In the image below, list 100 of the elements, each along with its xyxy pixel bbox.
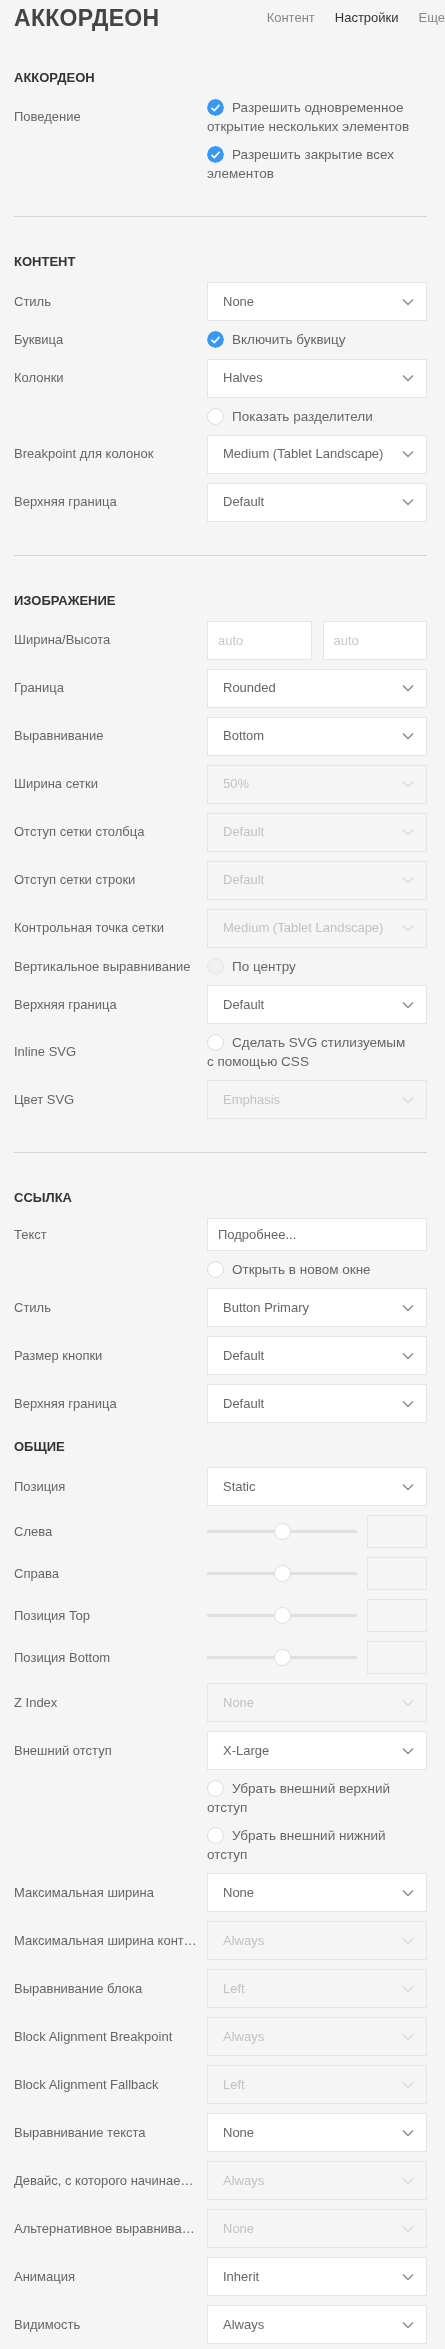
select-dropdown[interactable]: Default bbox=[207, 1336, 427, 1375]
chevron-down-icon bbox=[402, 2128, 414, 2137]
checkbox-checked-icon[interactable] bbox=[207, 331, 224, 348]
field-label: Максимальная ширина bbox=[14, 1883, 155, 1902]
chevron-down-icon bbox=[402, 1698, 414, 1707]
select-dropdown[interactable]: Halves bbox=[207, 358, 427, 398]
checkbox-checked-icon[interactable] bbox=[207, 146, 224, 163]
field-label: Block Alignment Breakpoint bbox=[14, 2027, 174, 2046]
field-label: Буквица bbox=[14, 331, 65, 349]
select-dropdown[interactable]: Button Primary bbox=[207, 1288, 427, 1327]
checkbox-icon[interactable] bbox=[207, 1261, 224, 1278]
select-dropdown[interactable]: Inherit bbox=[207, 2257, 427, 2296]
select-dropdown[interactable]: Static bbox=[207, 1467, 427, 1506]
field-label: Девайс, с которого начинае… bbox=[14, 2171, 195, 2190]
slider-thumb[interactable] bbox=[274, 1565, 291, 1582]
chevron-down-icon bbox=[402, 732, 414, 740]
select-dropdown[interactable]: None bbox=[207, 282, 427, 321]
chevron-down-icon bbox=[402, 1351, 414, 1360]
slider-thumb[interactable] bbox=[274, 1523, 291, 1540]
field-label: Текст bbox=[14, 1225, 48, 1244]
field-label: Выравнивание текста bbox=[14, 2123, 147, 2142]
field-label: Позиция Top bbox=[14, 1606, 91, 1625]
chevron-down-icon bbox=[402, 828, 414, 836]
field-label: Верхняя граница bbox=[14, 1394, 118, 1413]
tab[interactable]: Настройки bbox=[334, 8, 399, 28]
input-field[interactable]: Подробнее... bbox=[207, 1218, 427, 1251]
select-dropdown[interactable]: Default bbox=[207, 482, 427, 522]
chevron-down-icon bbox=[402, 876, 414, 884]
select-dropdown[interactable]: X-Large bbox=[207, 1731, 427, 1770]
chevron-down-icon bbox=[402, 2032, 414, 2041]
slider-thumb[interactable] bbox=[274, 1649, 291, 1666]
field-label: Block Alignment Fallback bbox=[14, 2075, 160, 2094]
field-label: Контрольная точка сетки bbox=[14, 919, 166, 938]
field-label: Отступ сетки столбца bbox=[14, 823, 146, 842]
select-dropdown[interactable]: None bbox=[207, 2113, 427, 2152]
field-label: Максимальная ширина конт… bbox=[14, 1931, 198, 1950]
section-heading: ОБЩИЕ bbox=[14, 1439, 66, 1455]
chevron-down-icon bbox=[402, 1482, 414, 1491]
field-label: Видимость bbox=[14, 2315, 82, 2334]
checkbox-option[interactable]: Разрешить закрытие всех элементов bbox=[207, 145, 412, 183]
chevron-down-icon bbox=[402, 1303, 414, 1312]
chevron-down-icon bbox=[402, 1399, 414, 1408]
field-label: Z Index bbox=[14, 1693, 59, 1712]
checkbox-checked-icon[interactable] bbox=[207, 99, 224, 116]
checkbox-option[interactable]: Показать разделители bbox=[207, 406, 373, 426]
field-label: Ширина/Высота bbox=[14, 631, 112, 650]
checkbox-icon[interactable] bbox=[207, 1034, 224, 1051]
checkbox-icon[interactable] bbox=[207, 407, 224, 425]
chevron-down-icon bbox=[402, 2224, 414, 2233]
field-label: Позиция bbox=[14, 1477, 67, 1496]
chevron-down-icon bbox=[402, 2080, 414, 2089]
checkbox-option[interactable]: Включить буквицу bbox=[207, 330, 346, 350]
section-heading: КОНТЕНТ bbox=[14, 254, 77, 270]
field-label: Альтернативное выравнива… bbox=[14, 2219, 196, 2238]
field-label: Верхняя граница bbox=[14, 995, 118, 1014]
field-label: Анимация bbox=[14, 2267, 77, 2286]
chevron-down-icon bbox=[402, 924, 414, 932]
chevron-down-icon bbox=[402, 1095, 414, 1104]
checkbox-option[interactable]: Убрать внешний нижний отступ bbox=[207, 1826, 412, 1864]
chevron-down-icon bbox=[402, 2176, 414, 2185]
chevron-down-icon bbox=[402, 1888, 414, 1897]
field-label: Выравнивание блока bbox=[14, 1979, 144, 1998]
tab[interactable]: Контент bbox=[266, 8, 315, 28]
chevron-down-icon bbox=[402, 684, 414, 692]
field-label: Стиль bbox=[14, 1298, 52, 1317]
chevron-down-icon bbox=[402, 1746, 414, 1755]
checkbox-option[interactable]: Сделать SVG стилизуемым с помощью CSS bbox=[207, 1033, 412, 1071]
select-dropdown[interactable]: None bbox=[207, 1873, 427, 1912]
select-dropdown[interactable]: Medium (Tablet Landscape) bbox=[207, 434, 427, 474]
checkbox-icon[interactable] bbox=[207, 1780, 224, 1797]
field-label: Цвет SVG bbox=[14, 1090, 76, 1109]
field-label: Внешний отступ bbox=[14, 1741, 113, 1760]
chevron-down-icon bbox=[402, 1984, 414, 1993]
field-label: Позиция Bottom bbox=[14, 1648, 112, 1667]
select-dropdown[interactable]: Always bbox=[207, 2305, 427, 2344]
tab[interactable]: Еще bbox=[418, 8, 445, 28]
field-label: Верхняя граница bbox=[14, 493, 118, 512]
chevron-down-icon bbox=[402, 1000, 414, 1009]
checkbox-option[interactable]: Открыть в новом окне bbox=[207, 1260, 371, 1279]
section-heading: ИЗОБРАЖЕНИЕ bbox=[14, 592, 117, 609]
field-label: Ширина сетки bbox=[14, 775, 99, 794]
chevron-down-icon bbox=[402, 498, 414, 506]
field-label: Размер кнопки bbox=[14, 1346, 104, 1365]
chevron-down-icon bbox=[402, 2320, 414, 2329]
chevron-down-icon bbox=[402, 450, 414, 458]
field-label: Отступ сетки строки bbox=[14, 871, 137, 890]
select-dropdown[interactable]: Bottom bbox=[207, 716, 427, 756]
checkbox-option[interactable]: Разрешить одновременное открытие нескольких элементов bbox=[207, 98, 412, 136]
field-label: Стиль bbox=[14, 292, 52, 311]
field-label: Вертикальное выравнивание bbox=[14, 957, 192, 976]
select-dropdown[interactable]: Default bbox=[207, 985, 427, 1024]
chevron-down-icon bbox=[402, 297, 414, 306]
chevron-down-icon bbox=[402, 1936, 414, 1945]
chevron-down-icon bbox=[402, 2272, 414, 2281]
select-dropdown[interactable]: Default bbox=[207, 1384, 427, 1423]
checkbox-icon[interactable] bbox=[207, 1827, 224, 1844]
slider-thumb[interactable] bbox=[274, 1607, 291, 1624]
checkbox-option[interactable]: Убрать внешний верхний отступ bbox=[207, 1779, 412, 1817]
field-label: Поведение bbox=[14, 108, 82, 127]
select-dropdown[interactable]: Rounded bbox=[207, 668, 427, 708]
